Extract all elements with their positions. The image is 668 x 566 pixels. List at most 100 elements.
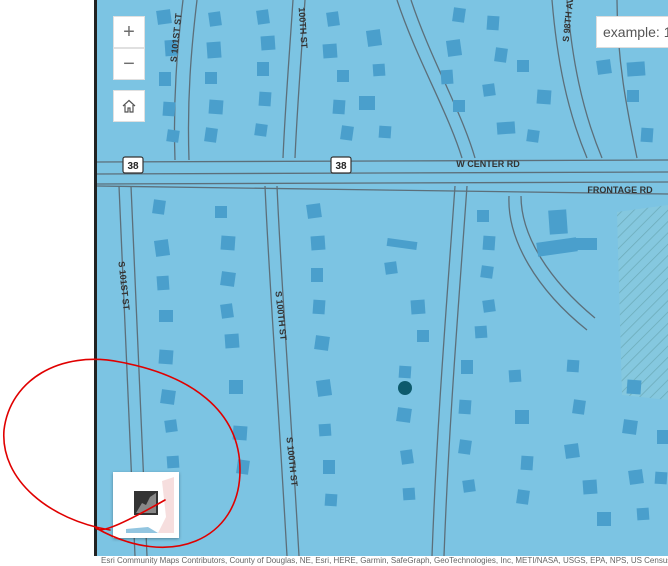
building [486,15,500,31]
building [410,299,426,315]
building [480,265,494,279]
search-input[interactable]: example: 1 [596,16,668,48]
building [310,235,326,251]
building [596,59,612,75]
label-frontage-rd: FRONTAGE RD [587,185,653,195]
building [384,261,398,275]
route-shield-center: 38 [330,156,352,174]
building [572,399,586,415]
building [477,210,489,222]
label-s100th-mid: S 100TH ST [273,291,288,342]
building [208,11,222,27]
building [312,299,326,315]
building-footprints [152,7,668,526]
building [372,63,386,77]
building [564,443,580,459]
building [166,129,180,143]
building [323,460,335,474]
park-area [617,205,668,400]
label-s101st-left: S 101ST ST [116,261,131,311]
building [654,471,668,485]
building [326,11,340,27]
building [548,209,568,235]
building [515,410,529,424]
building [311,268,323,282]
building [452,7,466,23]
map-view[interactable]: S 101ST ST 100TH ST S 98TH AV W CENTER R… [97,0,668,556]
basemap-toggle-icon [118,477,174,533]
building [496,121,516,135]
building [164,419,178,433]
route-shield-center-label: 38 [335,161,347,172]
zoom-in-button[interactable]: + [113,16,145,48]
building [257,62,269,76]
building [458,439,472,455]
building [626,61,646,77]
building [158,349,174,365]
building [482,299,496,313]
label-s98th-av: S 98TH AV [561,0,576,42]
building [453,100,465,112]
building [494,47,508,63]
building [640,127,654,143]
building [657,430,668,444]
building [582,479,598,495]
building [159,310,173,322]
building [365,29,383,47]
building [386,237,418,251]
zoom-out-button[interactable]: − [113,48,145,80]
building [508,369,522,383]
building [324,493,338,507]
building [378,125,392,139]
building [159,72,171,86]
building [315,379,333,397]
building [400,449,414,465]
building [224,333,240,349]
building [322,43,338,59]
building [482,83,496,97]
building [205,72,217,84]
building [256,9,270,25]
building [229,380,243,394]
building [597,512,611,526]
building [573,238,597,250]
label-100th-top: 100TH ST [297,7,310,49]
building [340,125,354,141]
building [461,360,473,374]
building [306,203,322,219]
route-shield-left: 38 [122,156,144,174]
building [160,389,176,405]
building [236,459,250,475]
building [156,275,170,291]
building [204,127,218,143]
label-w-center-rd: W CENTER RD [456,159,520,169]
building [474,325,488,339]
building [206,41,222,59]
building [359,96,375,110]
route-shield-left-label: 38 [127,161,139,172]
building [622,419,638,435]
building [402,487,416,501]
label-s100th-bottom: S 100TH ST [284,437,299,488]
building [254,123,268,137]
location-marker[interactable] [398,381,412,395]
building [337,70,349,82]
building [636,507,650,521]
building [220,235,236,251]
building [462,479,476,493]
home-icon [122,99,136,113]
building [398,365,412,379]
building [232,425,248,441]
map-attribution: Esri Community Maps Contributors, County… [97,556,668,566]
building [536,237,578,257]
map-canvas[interactable]: S 101ST ST 100TH ST S 98TH AV W CENTER R… [97,0,668,556]
building [566,359,580,373]
page-margin [0,0,96,566]
building [156,9,172,25]
building [215,206,227,218]
basemap-toggle-button[interactable] [113,472,179,538]
road-network [97,0,668,556]
home-button[interactable] [113,90,145,122]
building [417,330,429,342]
minus-icon: − [123,52,135,75]
